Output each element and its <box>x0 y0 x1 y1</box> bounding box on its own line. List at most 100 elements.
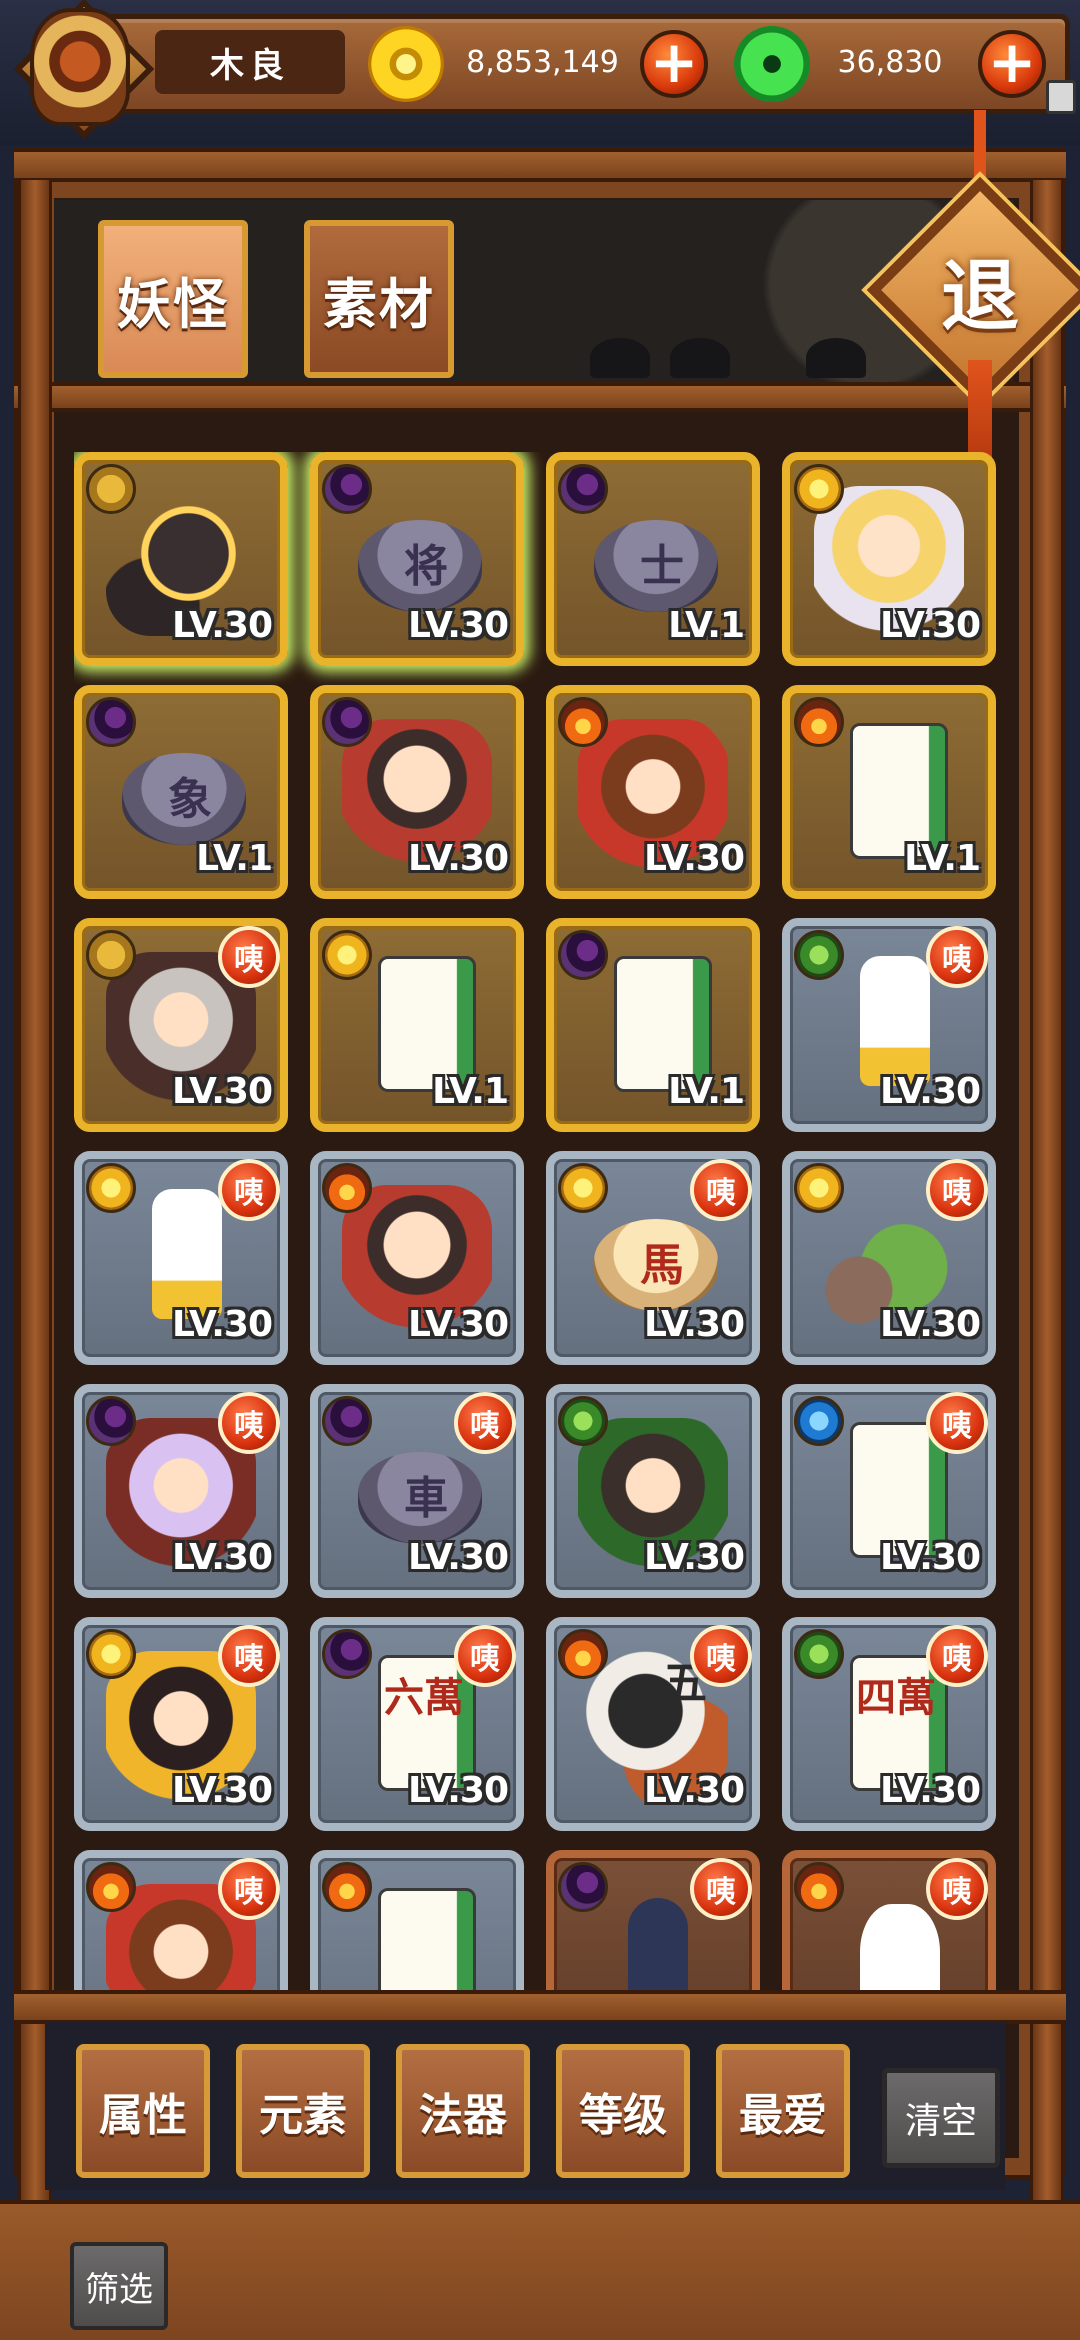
monster-portrait-icon <box>628 1898 688 1992</box>
water-element-icon <box>794 1396 844 1446</box>
monster-card[interactable]: 車咦 LV.30 <box>310 1384 524 1598</box>
moon-element-icon <box>86 1396 136 1446</box>
monster-card[interactable]: 咦 LV.30 <box>74 1617 288 1831</box>
top-beam <box>14 148 1066 182</box>
add-coins-button[interactable]: + <box>640 30 708 98</box>
avatar[interactable] <box>30 8 130 126</box>
sun-element-icon <box>794 1163 844 1213</box>
monster-card[interactable]: LV.1 <box>546 918 760 1132</box>
level-label: LV.30 <box>408 1304 509 1345</box>
jade-icon <box>734 26 810 102</box>
screen-button[interactable]: 筛选 <box>70 2242 168 2330</box>
monster-card[interactable]: LV.30 <box>546 685 760 899</box>
new-badge: 咦 <box>926 1159 988 1221</box>
monster-glyph: 車 <box>404 1473 448 1524</box>
level-label: LV.30 <box>880 1770 981 1811</box>
monster-card[interactable]: LV.1 <box>310 918 524 1132</box>
monster-glyph: 将 <box>404 541 448 592</box>
level-label: LV.30 <box>172 605 273 646</box>
new-badge: 咦 <box>454 1625 516 1687</box>
monster-card[interactable]: 咦 <box>546 1850 760 1992</box>
moon-element-icon <box>558 1862 608 1912</box>
leaf-element-icon <box>794 930 844 980</box>
monster-card[interactable]: 四萬咦 LV.30 <box>782 1617 996 1831</box>
tab-materials[interactable]: 素材 <box>304 220 454 378</box>
level-label: LV.30 <box>644 1304 745 1345</box>
fire-element-icon <box>322 1163 372 1213</box>
monster-card[interactable]: 六萬咦 LV.30 <box>310 1617 524 1831</box>
monster-card[interactable]: LV.30 <box>546 1384 760 1598</box>
monster-card[interactable]: LV.30 <box>310 685 524 899</box>
fire-element-icon <box>558 1629 608 1679</box>
filter-artifact-button[interactable]: 法器 <box>396 2044 530 2178</box>
filter-favorite-button[interactable]: 最爱 <box>716 2044 850 2178</box>
level-label: LV.30 <box>408 605 509 646</box>
level-label: LV.1 <box>432 1071 509 1112</box>
level-label: LV.30 <box>408 838 509 879</box>
monster-card[interactable]: 咦 LV.30 <box>74 1384 288 1598</box>
shadow-eyes-icon <box>670 338 730 378</box>
exit-button[interactable]: 退 <box>900 210 1060 370</box>
level-label: LV.1 <box>668 1071 745 1112</box>
new-badge: 咦 <box>218 1858 280 1920</box>
monster-glyph: 象 <box>168 774 212 825</box>
new-badge: 咦 <box>926 1858 988 1920</box>
moon-element-icon <box>558 930 608 980</box>
clear-button[interactable]: 清空 <box>882 2068 1000 2168</box>
level-label: LV.1 <box>196 838 273 879</box>
monster-card[interactable]: 咦 LV.30 <box>782 918 996 1132</box>
monster-card[interactable]: 咦 LV.30 <box>782 1384 996 1598</box>
monster-card[interactable]: 士 LV.1 <box>546 452 760 666</box>
filter-level-button[interactable]: 等级 <box>556 2044 690 2178</box>
monster-card[interactable]: LV.30 <box>310 1151 524 1365</box>
new-badge: 咦 <box>218 1392 280 1454</box>
new-badge: 咦 <box>926 1625 988 1687</box>
monster-card[interactable]: 象 LV.1 <box>74 685 288 899</box>
new-badge: 咦 <box>218 1625 280 1687</box>
monster-card[interactable]: 咦 LV.30 <box>74 1151 288 1365</box>
level-label: LV.30 <box>880 605 981 646</box>
monster-portrait-icon <box>152 1189 222 1319</box>
bolt-icon <box>1046 80 1076 114</box>
gold-coin-icon <box>368 26 444 102</box>
tab-monsters[interactable]: 妖怪 <box>98 220 248 378</box>
monster-glyph: 四萬 <box>856 1675 936 1721</box>
mountain-element-icon <box>86 930 136 980</box>
monster-card[interactable]: 将 LV.30 <box>310 452 524 666</box>
monster-glyph: 六萬 <box>384 1675 464 1721</box>
level-label: LV.1 <box>668 605 745 646</box>
sun-element-icon <box>86 1163 136 1213</box>
mountain-element-icon <box>86 464 136 514</box>
sun-element-icon <box>322 930 372 980</box>
monster-glyph: 士 <box>640 541 684 592</box>
monster-card[interactable]: LV.30 <box>74 452 288 666</box>
monster-card[interactable]: LV.30 <box>782 452 996 666</box>
leaf-element-icon <box>794 1629 844 1679</box>
level-label: LV.30 <box>644 1537 745 1578</box>
monster-glyph: 馬 <box>640 1240 684 1291</box>
new-badge: 咦 <box>690 1858 752 1920</box>
fire-element-icon <box>794 1862 844 1912</box>
level-label: LV.30 <box>172 1304 273 1345</box>
filter-element-button[interactable]: 元素 <box>236 2044 370 2178</box>
player-name: 木良 <box>155 30 345 94</box>
monster-card[interactable]: LV.1 <box>782 685 996 899</box>
monster-card[interactable]: 咦 LV.30 <box>782 1151 996 1365</box>
add-jade-button[interactable]: + <box>978 30 1046 98</box>
fire-element-icon <box>86 1862 136 1912</box>
monster-card[interactable] <box>310 1850 524 1992</box>
monster-card[interactable]: 馬咦 LV.30 <box>546 1151 760 1365</box>
filter-attribute-button[interactable]: 属性 <box>76 2044 210 2178</box>
moon-element-icon <box>322 697 372 747</box>
monster-card[interactable]: 咦 <box>74 1850 288 1992</box>
level-label: LV.30 <box>172 1537 273 1578</box>
level-label: LV.30 <box>880 1071 981 1112</box>
level-label: LV.30 <box>172 1071 273 1112</box>
jade-count: 36,830 <box>837 44 943 80</box>
sun-element-icon <box>558 1163 608 1213</box>
monster-card[interactable]: 咦 LV.30 <box>74 918 288 1132</box>
new-badge: 咦 <box>218 1159 280 1221</box>
monster-card[interactable]: 五咦 LV.30 <box>546 1617 760 1831</box>
monster-card[interactable]: 咦 <box>782 1850 996 1992</box>
level-label: LV.30 <box>172 1770 273 1811</box>
